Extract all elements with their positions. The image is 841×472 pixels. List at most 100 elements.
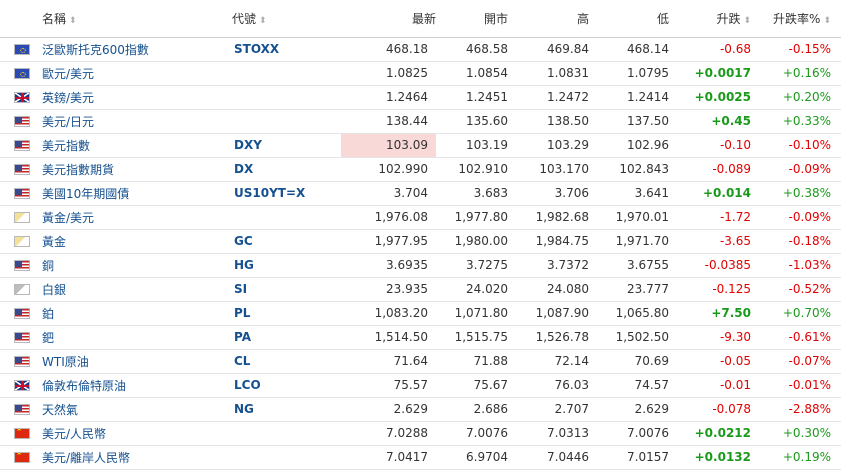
code-cell[interactable]: STOXX — [226, 37, 341, 62]
sort-icon[interactable]: ⬍ — [69, 16, 77, 26]
table-row[interactable]: 歐元/美元 1.0825 1.0854 1.0831 1.0795 +0.0017 +0.1… — [0, 61, 841, 86]
code-cell[interactable]: HG — [226, 253, 341, 278]
low-price: 1,970.01 — [592, 205, 671, 230]
code-cell[interactable]: PL — [226, 301, 341, 326]
table-row[interactable]: 泛歐斯托克600指數 STOXX 468.18 468.58 469.84 468.14-… — [0, 37, 841, 62]
instrument-link[interactable]: 鉑 — [42, 307, 54, 321]
code-cell[interactable] — [226, 85, 341, 110]
change-value: -1.72 — [671, 205, 753, 230]
last-price: 1,083.20 — [341, 301, 436, 326]
flag-cell — [0, 157, 34, 182]
instrument-link[interactable]: 白銀 — [42, 283, 66, 297]
instrument-link[interactable]: 英鎊/美元 — [42, 91, 94, 105]
code-cell[interactable]: PA — [226, 325, 341, 350]
instrument-link[interactable]: 美元/離岸人民幣 — [42, 451, 130, 465]
change-value: -0.089 — [671, 157, 753, 182]
table-row[interactable]: 英鎊/美元 1.2464 1.2451 1.2472 1.2414 +0.0025 +0.2… — [0, 85, 841, 110]
table-row[interactable]: 鉑 PL 1,083.20 1,071.80 1,087.90 1,065.80 +7.50… — [0, 301, 841, 326]
instrument-link[interactable]: 銅 — [42, 259, 54, 273]
code-cell[interactable]: CL — [226, 349, 341, 374]
code-cell[interactable]: SI — [226, 277, 341, 302]
table-row[interactable]: 美元指數 DXY 103.09 103.19 103.29 102.96 -0.10 -0.1… — [0, 133, 841, 158]
name-cell: 歐元/美元 — [34, 61, 226, 86]
change-value: +0.0212 — [671, 421, 753, 446]
sort-icon[interactable]: ⬍ — [743, 16, 751, 26]
instrument-link[interactable]: 黃金 — [42, 235, 66, 249]
code-cell[interactable]: DXY — [226, 133, 341, 158]
table-row[interactable]: 天然氣 NG 2.629 2.686 2.707 2.629 -0.078 -2.88% — [0, 397, 841, 422]
table-row[interactable]: 美元/離岸人民幣 7.04176.97047.04467.0157+0.0132+… — [0, 445, 841, 470]
instrument-link[interactable]: 歐元/美元 — [42, 67, 94, 81]
header-open[interactable]: 開市 — [436, 0, 516, 38]
last-price: 1.2464 — [341, 85, 436, 110]
flag-cell — [0, 61, 34, 86]
code-cell[interactable]: NG — [226, 397, 341, 422]
gb-flag-icon — [14, 92, 30, 103]
instrument-link[interactable]: 天然氣 — [42, 403, 78, 417]
flag-cell — [0, 397, 34, 422]
code-cell[interactable]: LCO — [226, 373, 341, 398]
code-cell[interactable]: DX — [226, 157, 341, 182]
header-code[interactable]: 代號 ⬍ — [226, 0, 341, 38]
instrument-link[interactable]: 鈀 — [42, 331, 54, 345]
change-pct-value: -0.09% — [753, 157, 841, 182]
name-cell: 英鎊/美元 — [34, 85, 226, 110]
eu-flag-icon — [14, 68, 30, 79]
instrument-link[interactable]: 美元/人民幣 — [42, 427, 106, 441]
table-row[interactable]: WTI原油 CL 71.64 71.88 72.14 70.69 -0.05 -0.07% — [0, 349, 841, 374]
table-row[interactable]: 美國10年期國債 US10YT=X 3.704 3.683 3.706 3.641 +0.0… — [0, 181, 841, 206]
open-price: 1.2451 — [436, 85, 516, 110]
flag-cell — [0, 277, 34, 302]
code-cell[interactable] — [226, 109, 341, 134]
low-price: 102.843 — [592, 157, 671, 182]
header-high[interactable]: 高 — [516, 0, 592, 38]
name-cell: 鉑 — [34, 301, 226, 326]
low-price: 1,502.50 — [592, 325, 671, 350]
instrument-link[interactable]: WTI原油 — [42, 355, 89, 369]
sort-icon[interactable]: ⬍ — [823, 16, 831, 26]
code-cell[interactable] — [226, 61, 341, 86]
low-price: 2.629 — [592, 397, 671, 422]
instrument-link[interactable]: 美元指數 — [42, 139, 90, 153]
code-cell[interactable] — [226, 205, 341, 230]
instrument-link[interactable]: 倫敦布倫特原油 — [42, 379, 126, 393]
header-change[interactable]: 升跌 ⬍ — [671, 0, 753, 38]
sort-icon[interactable]: ⬍ — [259, 16, 267, 26]
high-price: 1.0831 — [516, 61, 592, 86]
code-cell[interactable] — [226, 445, 341, 470]
table-row[interactable]: 美元/日元 138.44 135.60 138.50 137.50 +0.45 +0.33% — [0, 109, 841, 134]
last-price: 3.6935 — [341, 253, 436, 278]
table-row[interactable]: 黃金 GC 1,977.95 1,980.00 1,984.75 1,971.70 -3.6… — [0, 229, 841, 254]
instrument-link[interactable]: 美國10年期國債 — [42, 187, 129, 201]
header-low[interactable]: 低 — [592, 0, 671, 38]
table-row[interactable]: 美元指數期貨 DX 102.990 102.910 103.170 102.843 -0.0… — [0, 157, 841, 182]
table-row[interactable]: 美元/人民幣7.02887.00767.03137.0076+0.0212+0.… — [0, 421, 841, 446]
open-price: 3.7275 — [436, 253, 516, 278]
flag-cell — [0, 325, 34, 350]
code-cell[interactable]: US10YT=X — [226, 181, 341, 206]
change-pct-value: +0.70% — [753, 301, 841, 326]
header-name[interactable]: 名稱 ⬍ — [34, 0, 226, 38]
change-value: -0.125 — [671, 277, 753, 302]
instrument-link[interactable]: 泛歐斯托克600指數 — [42, 43, 149, 57]
header-name-label: 名稱 — [42, 11, 67, 26]
high-price: 1,087.90 — [516, 301, 592, 326]
header-open-label: 開市 — [483, 11, 508, 26]
instrument-link[interactable]: 黃金/美元 — [42, 211, 94, 225]
table-row[interactable]: 鈀 PA 1,514.50 1,515.75 1,526.78 1,502.50 -9.30… — [0, 325, 841, 350]
header-last[interactable]: 最新 — [341, 0, 436, 38]
open-price: 75.67 — [436, 373, 516, 398]
instrument-link[interactable]: 美元指數期貨 — [42, 163, 114, 177]
header-change-pct[interactable]: 升跌率% ⬍ — [753, 0, 841, 38]
us-flag-icon — [14, 140, 30, 151]
code-cell[interactable] — [226, 421, 341, 446]
table-row[interactable]: 倫敦布倫特原油 LCO 75.57 75.67 76.03 74.57 -0.01 -0.01… — [0, 373, 841, 398]
last-price: 2.629 — [341, 397, 436, 422]
high-price: 7.0446 — [516, 445, 592, 470]
high-price: 469.84 — [516, 37, 592, 62]
table-row[interactable]: 白銀 SI 23.935 24.020 24.080 23.777 -0.125 -0.52% — [0, 277, 841, 302]
table-row[interactable]: 銅 HG 3.6935 3.7275 3.7372 3.6755 -0.0385 -1.03% — [0, 253, 841, 278]
code-cell[interactable]: GC — [226, 229, 341, 254]
instrument-link[interactable]: 美元/日元 — [42, 115, 94, 129]
table-row[interactable]: 黃金/美元 1,976.08 1,977.80 1,982.68 1,970.01 -1.… — [0, 205, 841, 230]
